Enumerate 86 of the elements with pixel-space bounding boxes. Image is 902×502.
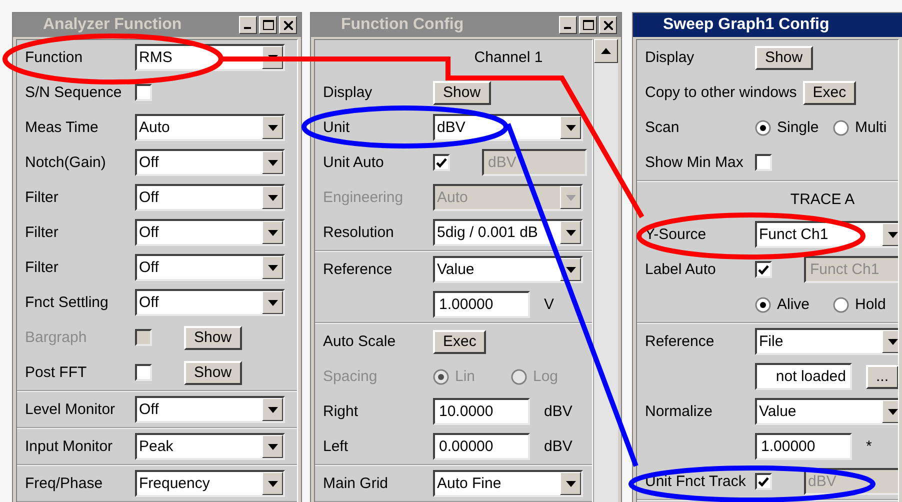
setting-label: Function — [25, 49, 83, 66]
scroll-up-icon[interactable] — [594, 39, 618, 63]
dropdown[interactable]: File — [755, 328, 898, 355]
setting-label: Reference — [323, 261, 392, 278]
setting-label: Display — [323, 84, 372, 101]
dropdown[interactable]: Off — [135, 184, 285, 211]
setting-label: Label Auto — [645, 261, 716, 278]
input-field[interactable]: 1.00000 — [433, 291, 530, 318]
setting-label: Filter — [25, 224, 58, 241]
setting-label: Filter — [25, 259, 58, 276]
push-button[interactable]: Exec — [433, 330, 486, 354]
setting-label: Copy to other windows — [645, 84, 797, 101]
setting-label: S/N Sequence — [25, 84, 122, 101]
unit-label: V — [544, 296, 554, 313]
dropdown[interactable]: Auto Fine — [433, 470, 583, 497]
checkmark-icon — [758, 264, 769, 274]
checkbox[interactable] — [755, 261, 772, 278]
setting-label: Fnct Settling — [25, 294, 108, 311]
window-title: Analyzer Function — [43, 16, 183, 34]
setting-label: Unit Auto — [323, 154, 384, 171]
radio-icon[interactable] — [755, 120, 771, 136]
dropdown[interactable]: 5dig / 0.001 dB — [433, 219, 583, 246]
input-field[interactable]: not loaded — [755, 363, 852, 390]
dropdown[interactable]: Off — [135, 289, 285, 316]
unit-label: dBV — [544, 403, 572, 420]
setting-label: Notch(Gain) — [25, 154, 106, 171]
setting-label: Y-Source — [645, 226, 706, 243]
dropdown[interactable]: Off — [135, 254, 285, 281]
setting-label: Spacing — [323, 368, 378, 385]
setting-label: Auto Scale — [323, 333, 396, 350]
push-button[interactable]: Show — [755, 46, 813, 70]
dropdown[interactable]: Value — [755, 398, 898, 425]
setting-label: Display — [645, 49, 694, 66]
dropdown[interactable]: Funct Ch1 — [755, 221, 898, 248]
radio-button[interactable]: Alive — [755, 296, 819, 313]
checkbox[interactable] — [433, 154, 450, 171]
dropdown[interactable]: Off — [135, 219, 285, 246]
radio-icon[interactable] — [833, 120, 849, 136]
setting-label: Bargraph — [25, 329, 87, 346]
input-field[interactable]: 1.00000 — [755, 433, 852, 460]
setting-label: Filter — [25, 189, 58, 206]
setting-label: Normalize — [645, 403, 713, 420]
dropdown[interactable]: Off — [135, 396, 285, 423]
checkbox[interactable] — [755, 473, 772, 490]
setting-label: Right — [323, 403, 358, 420]
setting-label: Left — [323, 438, 348, 455]
unit-label: * — [866, 438, 872, 455]
push-button[interactable]: Show — [433, 80, 491, 104]
setting-label: Resolution — [323, 224, 394, 241]
dropdown[interactable]: Auto — [135, 114, 285, 141]
setting-label: Post FFT — [25, 364, 87, 381]
section-heading: TRACE A — [790, 191, 855, 208]
unit-label: dBV — [544, 438, 572, 455]
setting-label: Level Monitor — [25, 401, 116, 418]
scrollbar[interactable] — [593, 39, 618, 502]
radio-button[interactable]: Single — [755, 119, 819, 136]
setting-label: Scan — [645, 119, 680, 136]
input-field[interactable]: 0.00000 — [433, 433, 530, 460]
radio-icon[interactable] — [833, 296, 849, 312]
dropdown[interactable]: Frequency — [135, 470, 285, 497]
radio-button[interactable]: Multi — [833, 119, 897, 136]
push-button[interactable]: ... — [866, 364, 898, 388]
dropdown[interactable]: Peak — [135, 433, 285, 460]
setting-label: Main Grid — [323, 475, 388, 492]
window-title: Function Config — [341, 16, 465, 34]
setting-label: Reference — [645, 333, 714, 350]
radio-button[interactable]: Hold — [833, 296, 897, 313]
setting-label: Show Min Max — [645, 154, 744, 171]
dropdown[interactable]: Value — [433, 256, 583, 283]
setting-label: Meas Time — [25, 119, 98, 136]
checkbox[interactable] — [755, 154, 772, 171]
dropdown[interactable]: Off — [135, 149, 285, 176]
setting-label: Engineering — [323, 189, 404, 206]
checkbox[interactable] — [135, 84, 152, 101]
input-field[interactable]: 10.0000 — [433, 398, 530, 425]
window-title: Sweep Graph1 Config — [663, 16, 830, 34]
setting-label: Input Monitor — [25, 438, 113, 455]
push-button[interactable]: Exec — [802, 80, 856, 104]
section-heading: Channel 1 — [474, 49, 543, 66]
checkmark-icon — [436, 158, 447, 168]
radio-icon[interactable] — [755, 296, 771, 312]
push-button[interactable]: Show — [184, 360, 242, 384]
checkmark-icon — [758, 476, 769, 486]
checkbox[interactable] — [135, 364, 152, 381]
setting-label: Unit — [323, 119, 350, 136]
setting-label: Freq/Phase — [25, 475, 103, 492]
